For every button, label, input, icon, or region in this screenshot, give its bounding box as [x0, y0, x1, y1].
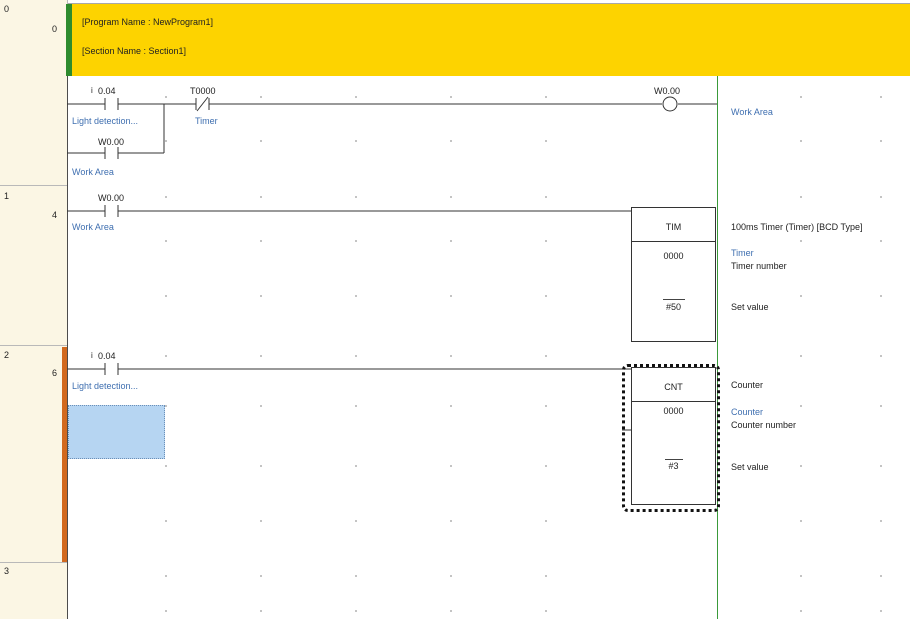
contact-comment: Work Area — [72, 167, 114, 177]
operand-comment: Counter — [731, 407, 764, 417]
contact-comment: Timer — [195, 116, 218, 126]
selection-cursor[interactable] — [68, 405, 165, 459]
contact-comment: Work Area — [72, 222, 114, 232]
contact-nc-icon — [195, 96, 210, 112]
contact-comment: Light detection... — [72, 381, 139, 391]
operand-comment: Timer — [731, 248, 754, 258]
instruction-operand[interactable]: 0000 — [632, 251, 715, 261]
contact-comment: Light detection... — [72, 116, 139, 126]
contact-operand[interactable]: 0.04 — [98, 86, 116, 96]
timer-instruction-block[interactable]: TIM 0000 #50 — [631, 207, 716, 342]
address-prefix-icon: i — [91, 351, 93, 360]
instruction-description: Counter — [731, 380, 764, 390]
coil-operand[interactable]: W0.00 — [654, 86, 680, 96]
contact-no-icon — [104, 205, 119, 217]
operand-label: Set value — [731, 462, 769, 472]
contact-operand[interactable]: T0000 — [190, 86, 216, 96]
operand-label: Timer number — [731, 261, 787, 271]
contact-no-icon — [104, 98, 119, 110]
contact-operand[interactable]: W0.00 — [98, 137, 124, 147]
contact-operand[interactable]: 0.04 — [98, 351, 116, 361]
operand-label: Set value — [731, 302, 769, 312]
operand-label: Counter number — [731, 420, 797, 430]
instruction-description: 100ms Timer (Timer) [BCD Type] — [731, 222, 863, 232]
contact-no-icon — [104, 147, 119, 159]
ladder-diagram — [67, 96, 717, 431]
contact-no-icon — [104, 363, 119, 375]
coil-icon — [662, 96, 678, 112]
address-prefix-icon: i — [91, 86, 93, 95]
instruction-mnemonic: TIM — [665, 222, 682, 232]
contact-operand[interactable]: W0.00 — [98, 193, 124, 203]
instruction-operand[interactable]: #50 — [632, 302, 715, 312]
highlight-frame — [622, 364, 720, 512]
coil-comment: Work Area — [731, 107, 773, 117]
